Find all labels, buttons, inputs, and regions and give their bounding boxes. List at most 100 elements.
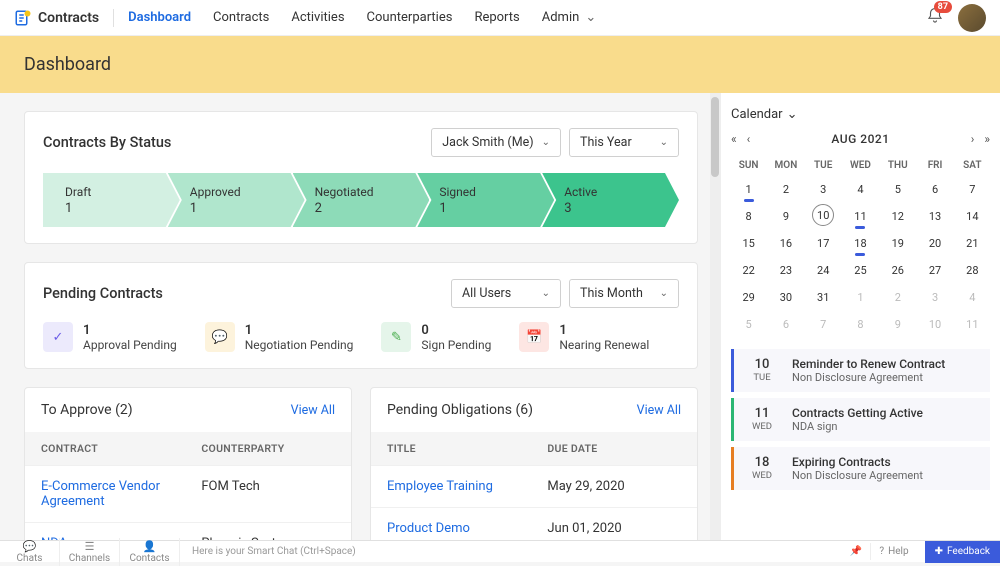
pending-user-filter[interactable]: All Users⌄ (451, 279, 561, 308)
cal-day[interactable]: 17 (806, 231, 841, 256)
nav-item-activities[interactable]: Activities (291, 10, 344, 25)
footer-tab-chats[interactable]: 💬Chats (0, 538, 60, 566)
cal-day[interactable]: 19 (880, 231, 915, 256)
cal-day[interactable]: 9 (768, 204, 803, 229)
footer-bar: 💬Chats☰Channels👤Contacts Here is your Sm… (0, 540, 1000, 562)
cal-day[interactable]: 8 (843, 312, 878, 337)
view-all-link[interactable]: View All (291, 403, 335, 418)
cal-day[interactable]: 3 (917, 285, 952, 310)
stat-sign-pending[interactable]: ✎0Sign Pending (381, 322, 491, 352)
feedback-button[interactable]: ✚Feedback (925, 541, 1000, 563)
cal-day[interactable]: 11 (843, 204, 878, 229)
cal-day[interactable]: 5 (880, 177, 915, 202)
pipeline-stage-negotiated[interactable]: Negotiated2 (293, 173, 430, 227)
cal-day[interactable]: 4 (843, 177, 878, 202)
nav-item-reports[interactable]: Reports (474, 10, 519, 25)
nav-item-dashboard[interactable]: Dashboard (128, 10, 191, 25)
row-link[interactable]: Product Demo (387, 521, 547, 536)
row-link[interactable]: E-Commerce Vendor Agreement (41, 479, 201, 509)
stat-approval-pending[interactable]: ✓1Approval Pending (43, 322, 177, 352)
cal-day[interactable]: 12 (880, 204, 915, 229)
cal-day[interactable]: 7 (955, 177, 990, 202)
cal-day[interactable]: 31 (806, 285, 841, 310)
cal-prev-fast[interactable]: « (731, 132, 737, 146)
nav-item-admin[interactable]: Admin (542, 10, 580, 25)
cal-next-fast[interactable]: » (984, 132, 990, 146)
cal-day[interactable]: 1 (843, 285, 878, 310)
chevron-down-icon: ⌄ (542, 288, 550, 299)
cal-day[interactable]: 20 (917, 231, 952, 256)
cal-prev[interactable]: ‹ (747, 132, 751, 146)
cal-day[interactable]: 29 (731, 285, 766, 310)
section-title: To Approve (2) (41, 402, 133, 418)
user-avatar[interactable] (958, 4, 986, 32)
pipeline-stage-draft[interactable]: Draft1 (43, 173, 180, 227)
status-user-filter[interactable]: Jack Smith (Me)⌄ (431, 128, 561, 157)
cal-day[interactable]: 8 (731, 204, 766, 229)
nav-item-contracts[interactable]: Contracts (213, 10, 269, 25)
status-time-filter[interactable]: This Year⌄ (569, 128, 679, 157)
footer-tab-contacts[interactable]: 👤Contacts (120, 538, 180, 566)
pipeline-stage-approved[interactable]: Approved1 (168, 173, 305, 227)
footer-tab-channels[interactable]: ☰Channels (60, 538, 120, 566)
pending-time-filter[interactable]: This Month⌄ (569, 279, 679, 308)
row-value: May 29, 2020 (547, 479, 681, 494)
cal-day[interactable]: 13 (917, 204, 952, 229)
cal-day[interactable]: 30 (768, 285, 803, 310)
calendar-toggle[interactable]: Calendar ⌄ (731, 107, 990, 122)
table-row[interactable]: Employee TrainingMay 29, 2020 (371, 465, 697, 507)
cal-day[interactable]: 5 (731, 312, 766, 337)
notifications-button[interactable]: 87 (926, 7, 944, 29)
nav-item-counterparties[interactable]: Counterparties (367, 10, 453, 25)
nav-more-button[interactable]: ⌄ (585, 10, 596, 25)
cal-day[interactable]: 16 (768, 231, 803, 256)
calendar-event[interactable]: 18WEDExpiring ContractsNon Disclosure Ag… (731, 447, 990, 490)
pipeline-stage-signed[interactable]: Signed1 (417, 173, 554, 227)
cal-dow: SUN (731, 156, 766, 175)
scrollbar-thumb[interactable] (711, 97, 719, 177)
cal-day[interactable]: 6 (768, 312, 803, 337)
calendar-panel: Calendar ⌄ « ‹ AUG 2021 › » SUNMONTUEWED… (720, 93, 1000, 541)
pending-stats: ✓1Approval Pending 💬1Negotiation Pending ✎… (43, 322, 679, 352)
cal-day[interactable]: 6 (917, 177, 952, 202)
cal-day[interactable]: 22 (731, 258, 766, 283)
cal-dow: MON (768, 156, 803, 175)
stat-nearing-renewal[interactable]: 📅1Nearing Renewal (519, 322, 649, 352)
pipeline-stage-active[interactable]: Active3 (542, 173, 679, 227)
calendar-event[interactable]: 10TUEReminder to Renew ContractNon Discl… (731, 349, 990, 392)
cal-day[interactable]: 10 (812, 204, 834, 226)
top-nav: Contracts Dashboard Contracts Activities Co… (0, 0, 1000, 36)
brand[interactable]: Contracts (14, 9, 99, 27)
scrollbar[interactable] (710, 93, 720, 541)
cal-day[interactable]: 4 (955, 285, 990, 310)
cal-day[interactable]: 18 (843, 231, 878, 256)
cal-day[interactable]: 21 (955, 231, 990, 256)
help-button[interactable]: ?Help (870, 543, 916, 560)
cal-day[interactable]: 2 (880, 285, 915, 310)
row-link[interactable]: Employee Training (387, 479, 547, 494)
cal-dow: TUE (806, 156, 841, 175)
calendar-event[interactable]: 11WEDContracts Getting ActiveNDA sign (731, 398, 990, 441)
cal-day[interactable]: 11 (955, 312, 990, 337)
cal-day[interactable]: 27 (917, 258, 952, 283)
cal-day[interactable]: 24 (806, 258, 841, 283)
view-all-link[interactable]: View All (637, 403, 681, 418)
pin-icon[interactable]: 📌 (850, 546, 862, 557)
table-row[interactable]: Product DemoJun 01, 2020 (371, 507, 697, 541)
brand-name: Contracts (38, 10, 99, 26)
cal-next[interactable]: › (971, 132, 975, 146)
cal-day[interactable]: 23 (768, 258, 803, 283)
cal-day[interactable]: 7 (806, 312, 841, 337)
table-row[interactable]: E-Commerce Vendor AgreementFOM Tech (25, 465, 351, 522)
cal-day[interactable]: 28 (955, 258, 990, 283)
cal-day[interactable]: 1 (731, 177, 766, 202)
cal-day[interactable]: 14 (955, 204, 990, 229)
cal-day[interactable]: 26 (880, 258, 915, 283)
cal-day[interactable]: 2 (768, 177, 803, 202)
stat-negotiation-pending[interactable]: 💬1Negotiation Pending (205, 322, 354, 352)
cal-day[interactable]: 9 (880, 312, 915, 337)
cal-day[interactable]: 25 (843, 258, 878, 283)
cal-day[interactable]: 15 (731, 231, 766, 256)
cal-day[interactable]: 10 (917, 312, 952, 337)
cal-day[interactable]: 3 (806, 177, 841, 202)
